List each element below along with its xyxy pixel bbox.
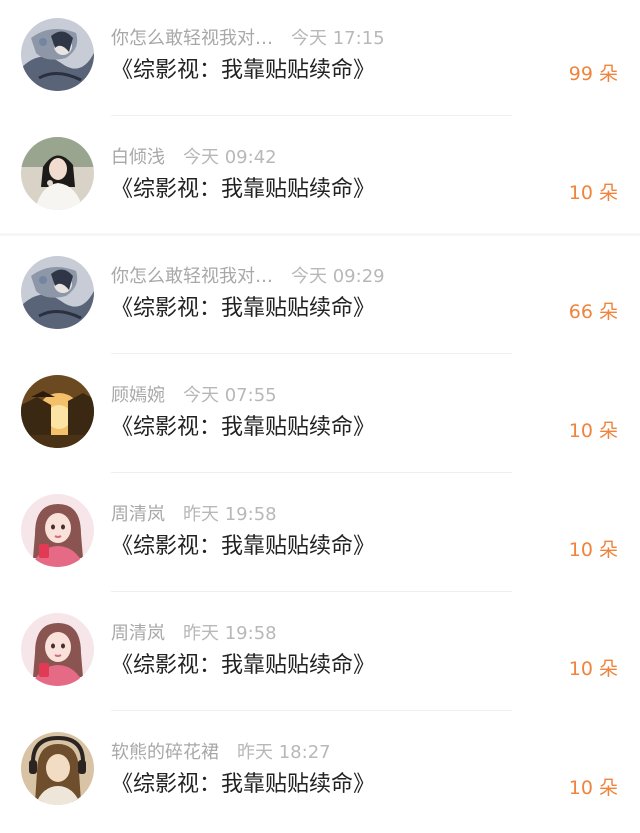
sender-name[interactable]: 你怎么敢轻视我对… bbox=[111, 28, 273, 49]
sender-name[interactable]: 软熊的碎花裙 bbox=[111, 742, 219, 763]
timestamp: 今天 07:55 bbox=[183, 385, 277, 406]
flower-count: 10 朵 bbox=[568, 658, 618, 680]
sender-name[interactable]: 周清岚 bbox=[111, 504, 165, 525]
book-title[interactable]: 《综影视：我靠贴贴续命》 bbox=[111, 56, 375, 86]
list-item[interactable]: 软熊的碎花裙 昨天 18:27 《综影视：我靠贴贴续命》 10 朵 bbox=[0, 714, 640, 833]
ink-painting-avatar[interactable] bbox=[21, 18, 94, 91]
list-item[interactable]: 周清岚 昨天 19:58 《综影视：我靠贴贴续命》 10 朵 bbox=[0, 595, 640, 714]
book-title[interactable]: 《综影视：我靠贴贴续命》 bbox=[111, 532, 375, 562]
sender-meta: 你怎么敢轻视我对… 今天 17:15 bbox=[111, 27, 385, 51]
divider bbox=[0, 233, 640, 236]
flower-count: 99 朵 bbox=[568, 63, 618, 85]
sender-meta: 顾嫣婉 今天 07:55 bbox=[111, 384, 277, 408]
timestamp: 昨天 18:27 bbox=[237, 742, 331, 763]
book-title[interactable]: 《综影视：我靠贴贴续命》 bbox=[111, 770, 375, 800]
timestamp: 今天 09:29 bbox=[291, 266, 385, 287]
sender-name[interactable]: 周清岚 bbox=[111, 623, 165, 644]
timestamp: 今天 17:15 bbox=[291, 28, 385, 49]
divider bbox=[111, 115, 512, 116]
ink-painting-avatar[interactable] bbox=[21, 256, 94, 329]
sender-meta: 白倾浅 今天 09:42 bbox=[111, 146, 277, 170]
sender-meta: 周清岚 昨天 19:58 bbox=[111, 503, 277, 527]
sender-meta: 周清岚 昨天 19:58 bbox=[111, 622, 277, 646]
girl-headphones-avatar[interactable] bbox=[21, 732, 94, 805]
sender-name[interactable]: 顾嫣婉 bbox=[111, 385, 165, 406]
sender-name[interactable]: 白倾浅 bbox=[111, 147, 165, 168]
divider bbox=[111, 591, 512, 592]
list-item[interactable]: 周清岚 昨天 19:58 《综影视：我靠贴贴续命》 10 朵 bbox=[0, 476, 640, 595]
timestamp: 昨天 19:58 bbox=[183, 504, 277, 525]
divider bbox=[111, 710, 512, 711]
list-item[interactable]: 白倾浅 今天 09:42 《综影视：我靠贴贴续命》 10 朵 bbox=[0, 119, 640, 238]
flower-count: 10 朵 bbox=[568, 420, 618, 442]
book-title[interactable]: 《综影视：我靠贴贴续命》 bbox=[111, 413, 375, 443]
list-item[interactable]: 顾嫣婉 今天 07:55 《综影视：我靠贴贴续命》 10 朵 bbox=[0, 357, 640, 476]
flower-count: 10 朵 bbox=[568, 777, 618, 799]
list-item[interactable]: 你怎么敢轻视我对… 今天 17:15 《综影视：我靠贴贴续命》 99 朵 bbox=[0, 0, 640, 119]
sunset-palace-avatar[interactable] bbox=[21, 375, 94, 448]
gift-record-list: 你怎么敢轻视我对… 今天 17:15 《综影视：我靠贴贴续命》 99 朵 白倾浅今… bbox=[0, 0, 640, 828]
book-title[interactable]: 《综影视：我靠贴贴续命》 bbox=[111, 651, 375, 681]
book-title[interactable]: 《综影视：我靠贴贴续命》 bbox=[111, 175, 375, 205]
flower-count: 10 朵 bbox=[568, 539, 618, 561]
sender-meta: 软熊的碎花裙 昨天 18:27 bbox=[111, 741, 331, 765]
sender-name[interactable]: 你怎么敢轻视我对… bbox=[111, 266, 273, 287]
timestamp: 昨天 19:58 bbox=[183, 623, 277, 644]
book-title[interactable]: 《综影视：我靠贴贴续命》 bbox=[111, 294, 375, 324]
illustrated-girl-avatar[interactable] bbox=[21, 494, 94, 567]
divider bbox=[111, 353, 512, 354]
list-item[interactable]: 你怎么敢轻视我对… 今天 09:29 《综影视：我靠贴贴续命》 66 朵 bbox=[0, 238, 640, 357]
illustrated-girl-avatar[interactable] bbox=[21, 613, 94, 686]
flower-count: 10 朵 bbox=[568, 182, 618, 204]
sender-meta: 你怎么敢轻视我对… 今天 09:29 bbox=[111, 265, 385, 289]
flower-count: 66 朵 bbox=[568, 301, 618, 323]
timestamp: 今天 09:42 bbox=[183, 147, 277, 168]
divider bbox=[111, 472, 512, 473]
woman-white-dress-avatar[interactable] bbox=[21, 137, 94, 210]
